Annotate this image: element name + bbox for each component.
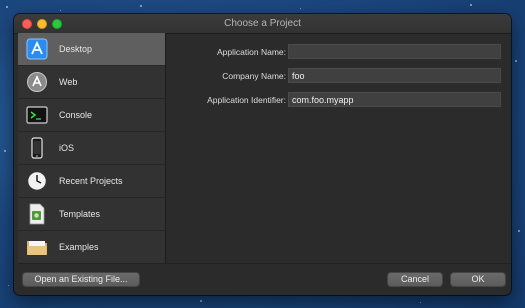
application-identifier-label: Application Identifier: [207,95,286,105]
sidebar-item-templates[interactable]: Templates [18,198,165,231]
console-icon [26,104,48,126]
star [420,302,421,303]
application-name-label: Application Name: [217,47,286,57]
window-title: Choose a Project [224,18,301,29]
web-app-icon [26,71,48,93]
company-name-label: Company Name: [222,71,286,81]
star [515,60,517,62]
sidebar-item-console[interactable]: Console [18,99,165,132]
sidebar-item-label: Desktop [59,44,93,54]
sidebar-item-ios[interactable]: iOS [18,132,165,165]
templates-icon [26,203,48,225]
sidebar-item-label: Console [59,110,93,120]
sidebar-item-label: Templates [59,209,101,219]
sidebar-item-examples[interactable]: Examples [18,231,165,264]
star [140,5,142,7]
star [470,4,472,6]
footer-divider [18,263,511,264]
folder-icon [26,236,48,258]
sidebar-item-label: Web [59,77,78,87]
application-identifier-field[interactable] [288,92,501,107]
open-existing-file-button[interactable]: Open an Existing File... [22,272,140,287]
company-name-row: Company Name: [174,68,511,84]
ok-button[interactable]: OK [450,272,506,287]
cancel-button[interactable]: Cancel [387,272,443,287]
sidebar-item-label: iOS [59,143,75,153]
title-bar: Choose a Project [14,14,511,34]
star [60,10,61,11]
star [200,300,202,302]
application-identifier-row: Application Identifier: [174,92,511,108]
clock-icon [26,170,48,192]
star [518,230,520,232]
sidebar-item-label: Examples [59,242,99,252]
sidebar-item-web[interactable]: Web [18,66,165,99]
application-name-field[interactable] [288,44,501,59]
application-name-row: Application Name: [174,44,511,60]
star [8,285,9,286]
project-type-sidebar: Desktop Web Console iOS Recent Projects … [18,33,166,264]
sidebar-item-desktop[interactable]: Desktop [18,33,165,66]
sidebar-item-recent-projects[interactable]: Recent Projects [18,165,165,198]
sidebar-item-label: Recent Projects [59,176,123,186]
company-name-field[interactable] [288,68,501,83]
desktop-app-icon [26,38,48,60]
ios-device-icon [26,137,48,159]
star [300,8,301,9]
star [6,6,8,8]
star [4,150,6,152]
choose-project-window: Choose a Project Desktop Web Console iOS… [14,14,511,295]
